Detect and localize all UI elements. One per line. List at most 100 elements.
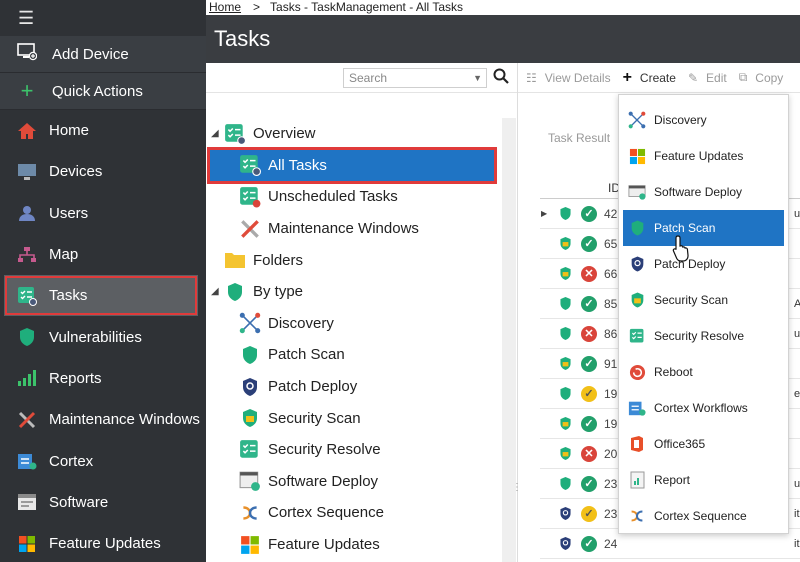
collapse-triangle-icon[interactable]: ◢ <box>211 128 223 139</box>
tree-item-overview[interactable]: ◢ Overview <box>206 118 506 150</box>
windows-icon <box>238 533 262 557</box>
sidebar-item-cortex[interactable]: Cortex <box>0 440 206 481</box>
sidebar-item-feature-updates[interactable]: Feature Updates <box>0 523 206 562</box>
task-id: 42 <box>604 206 618 221</box>
patch-scan-icon <box>554 206 576 221</box>
cortex-icon <box>16 450 38 472</box>
tree-item-folders[interactable]: Folders <box>206 244 506 276</box>
tree-item-discovery[interactable]: Discovery <box>206 308 506 340</box>
menu-item-reboot[interactable]: Reboot <box>619 354 788 390</box>
windows-icon <box>627 146 647 166</box>
patch-deploy-icon <box>554 506 576 521</box>
menu-item-report[interactable]: Report <box>619 462 788 498</box>
patch-deploy-icon <box>627 254 647 274</box>
menu-item-discovery[interactable]: Discovery <box>619 102 788 138</box>
patch-deploy-icon <box>554 536 576 551</box>
hamburger-menu-icon[interactable]: ☰ <box>0 0 206 36</box>
sidebar: ☰ Add Device + Quick Actions Home Device… <box>0 0 206 562</box>
chevron-down-icon[interactable]: ▼ <box>473 73 486 83</box>
monitor-icon <box>16 161 38 183</box>
create-label: Create <box>639 70 676 85</box>
menu-item-office365[interactable]: Office365 <box>619 426 788 462</box>
quick-actions-button[interactable]: + Quick Actions <box>0 73 206 110</box>
sidebar-item-software[interactable]: Software <box>0 482 206 523</box>
menu-item-security-scan[interactable]: Security Scan <box>619 282 788 318</box>
view-details-button[interactable]: ☷ View Details <box>526 71 611 85</box>
sidebar-item-devices[interactable]: Devices <box>0 151 206 192</box>
menu-item-label: Security Scan <box>654 293 729 307</box>
menu-item-software-deploy[interactable]: Software Deploy <box>619 174 788 210</box>
sidebar-item-users[interactable]: Users <box>0 193 206 234</box>
tree-item-label: Patch Scan <box>268 346 345 364</box>
success-status-icon: ✓ <box>578 415 600 432</box>
breadcrumb-home-link[interactable]: Home <box>209 0 241 14</box>
users-icon <box>16 202 38 224</box>
copy-button[interactable]: ⧉ Copy <box>739 70 784 85</box>
add-device-label: Add Device <box>52 45 129 63</box>
menu-item-cortex-workflows[interactable]: Cortex Workflows <box>619 390 788 426</box>
sidebar-item-reports[interactable]: Reports <box>0 358 206 399</box>
menu-item-label: Patch Scan <box>654 221 716 235</box>
menu-item-label: Software Deploy <box>654 185 743 199</box>
menu-item-feature-updates[interactable]: Feature Updates <box>619 138 788 174</box>
tree-item-by-type[interactable]: ◢ By type <box>206 276 506 308</box>
sidebar-item-label: Maintenance Windows <box>49 411 200 429</box>
map-icon <box>16 244 38 266</box>
shield-icon <box>238 343 262 367</box>
sidebar-item-home[interactable]: Home <box>0 110 206 151</box>
task-id: 19 <box>604 386 618 401</box>
pane-splitter[interactable]: ⋮ <box>512 482 522 496</box>
tree-item-security-resolve[interactable]: Security Resolve <box>206 434 506 466</box>
tree-item-label: Software Deploy <box>268 472 379 490</box>
menu-item-patch-scan[interactable]: Patch Scan <box>623 210 784 246</box>
tree-item-label: Maintenance Windows <box>268 220 419 238</box>
menu-item-patch-deploy[interactable]: Patch Deploy <box>619 246 788 282</box>
hand-pointer-cursor-icon <box>672 234 692 262</box>
tasks-icon <box>16 285 38 307</box>
edit-label: Edit <box>706 70 727 85</box>
menu-item-cortex-sequence[interactable]: Cortex Sequence <box>619 498 788 534</box>
warning-status-icon: ✓ <box>578 505 600 522</box>
tree-item-security-scan[interactable]: Security Scan <box>206 402 506 434</box>
software-deploy-icon <box>238 469 262 493</box>
tree-item-patch-deploy[interactable]: Patch Deploy <box>206 371 506 403</box>
windows-icon <box>16 533 38 555</box>
task-result-filter[interactable]: Task Result <box>548 131 610 145</box>
success-status-icon: ✓ <box>578 235 600 252</box>
sidebar-item-label: Home <box>49 122 90 140</box>
tree-item-software-deploy[interactable]: Software Deploy <box>206 466 506 498</box>
patch-deploy-icon <box>238 375 262 399</box>
create-button[interactable]: + Create <box>623 69 676 87</box>
edit-button[interactable]: ✎ Edit <box>688 71 727 85</box>
task-name-fragment: up <box>794 327 800 340</box>
tree-item-unscheduled-tasks[interactable]: Unscheduled Tasks <box>206 181 506 213</box>
shield-icon <box>16 326 38 348</box>
success-status-icon: ✓ <box>578 205 600 222</box>
task-name-fragment: es: <box>794 387 800 400</box>
tree-item-patch-scan[interactable]: Patch Scan <box>206 339 506 371</box>
menu-item-security-resolve[interactable]: Security Resolve <box>619 318 788 354</box>
collapse-triangle-icon[interactable]: ◢ <box>211 286 223 297</box>
security-scan-icon <box>627 290 647 310</box>
tree-item-feature-updates[interactable]: Feature Updates <box>206 529 506 561</box>
tree-item-cortex-sequence[interactable]: Cortex Sequence <box>206 497 506 529</box>
plus-icon: + <box>622 68 632 86</box>
tree-item-label: Patch Deploy <box>268 378 358 396</box>
sidebar-item-map[interactable]: Map <box>0 234 206 275</box>
copy-icon: ⧉ <box>738 70 748 84</box>
add-device-button[interactable]: Add Device <box>0 36 206 73</box>
tree-item-all-tasks[interactable]: All Tasks <box>207 146 497 185</box>
view-details-label: View Details <box>544 70 611 85</box>
search-icon[interactable] <box>493 68 509 87</box>
cortex-workflows-icon <box>627 398 647 418</box>
menu-item-label: Cortex Workflows <box>654 401 748 415</box>
row-expand-icon[interactable]: ▶ <box>540 209 554 218</box>
sidebar-item-label: Software <box>49 493 109 511</box>
search-input[interactable]: Search ▼ <box>343 67 487 88</box>
sidebar-item-tasks[interactable]: Tasks <box>4 275 198 317</box>
search-placeholder: Search <box>349 70 388 85</box>
list-icon: ☷ <box>526 70 537 85</box>
sidebar-item-vulnerabilities[interactable]: Vulnerabilities <box>0 316 206 357</box>
tree-item-maintenance-windows[interactable]: Maintenance Windows <box>206 213 506 245</box>
sidebar-item-maintenance-windows[interactable]: Maintenance Windows <box>0 399 206 440</box>
